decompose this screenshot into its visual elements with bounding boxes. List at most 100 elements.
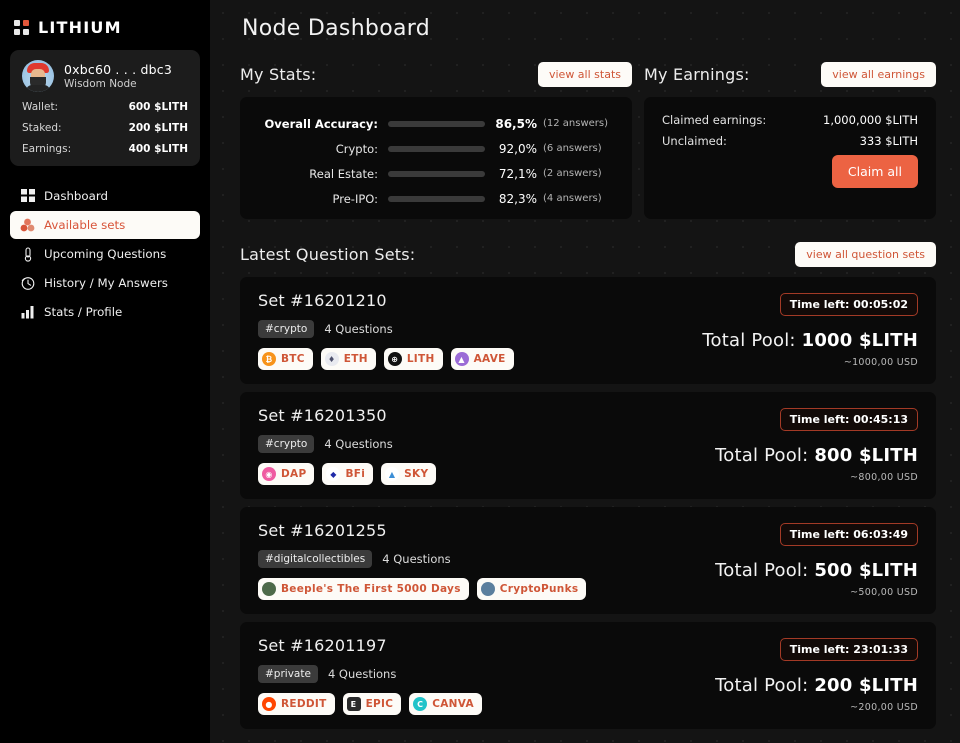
total-pool-label: Total Pool:	[715, 445, 815, 466]
question-set-summary: Time left: 06:03:49 Total Pool: 500 $LITH…	[715, 521, 918, 598]
question-set-info: Set #16201255 #digitalcollectibles 4 Quest…	[258, 521, 715, 600]
asset-chip[interactable]: ♦ ETH	[320, 348, 376, 370]
question-set-card[interactable]: Set #16201197 #private 4 Questions ● REDDIT E…	[240, 622, 936, 729]
total-pool-usd: ~200,00 USD	[850, 702, 918, 713]
lithium-icon: ⊕	[387, 352, 402, 366]
view-all-question-sets-button[interactable]: view all question sets	[795, 241, 936, 267]
asset-chip[interactable]: ▲ SKY	[381, 463, 437, 485]
earnings-value: 1,000,000 $LITH	[823, 113, 918, 127]
accuracy-bar-row: Overall Accuracy: 86,5% (12 answers)	[240, 111, 618, 136]
asset-chip-label: AAVE	[473, 353, 506, 365]
top-row: My Stats: view all stats Overall Accurac…	[240, 59, 936, 219]
question-set-tag[interactable]: #crypto	[258, 435, 315, 453]
question-set-tag[interactable]: #private	[258, 665, 318, 683]
sidebar-item-available-sets[interactable]: Available sets	[10, 211, 200, 239]
total-pool-usd: ~800,00 USD	[850, 472, 918, 483]
earnings-row: Unclaimed: 333 $LITH	[662, 134, 918, 148]
sidebar-item-label: History / My Answers	[44, 276, 168, 290]
accuracy-percent: 82,3%	[498, 191, 537, 206]
asset-chip[interactable]: Beeple's The First 5000 Days	[258, 578, 469, 600]
accuracy-answer-count: (12 answers)	[543, 118, 609, 129]
total-pool-value: 1000 $LITH	[801, 330, 918, 351]
accuracy-label: Pre-IPO:	[332, 191, 378, 206]
question-set-info: Set #16201210 #crypto 4 Questions ₿ BTC ♦ ETH ⊕…	[258, 291, 702, 370]
cubes-icon	[20, 218, 35, 233]
question-set-card[interactable]: Set #16201210 #crypto 4 Questions ₿ BTC ♦ ETH ⊕…	[240, 277, 936, 384]
profile-card[interactable]: 0xbc60 . . . dbc3 Wisdom Node Wallet: 600…	[10, 50, 200, 166]
asset-chip[interactable]: C CANVA	[409, 693, 482, 715]
wallet-address: 0xbc60 . . . dbc3	[64, 61, 172, 77]
cryptopunks-icon	[480, 582, 495, 596]
brand-logo[interactable]: LITHIUM	[10, 10, 200, 40]
profile-balance-value: 200 $LITH	[128, 122, 188, 134]
question-set-id: Set #16201255	[258, 521, 387, 540]
my-stats-header: My Stats: view all stats	[240, 59, 632, 89]
question-set-tag[interactable]: #crypto	[258, 320, 315, 338]
asset-chip[interactable]: ⊕ LITH	[383, 348, 443, 370]
four-dot-grid-icon	[14, 19, 29, 35]
view-all-earnings-button[interactable]: view all earnings	[821, 61, 936, 87]
question-set-meta: #crypto 4 Questions	[258, 320, 702, 338]
question-set-card[interactable]: Set #16201255 #digitalcollectibles 4 Quest…	[240, 507, 936, 614]
asset-chip[interactable]: E EPIC	[342, 693, 402, 715]
profile-balance-value: 400 $LITH	[128, 143, 188, 155]
question-set-meta: #digitalcollectibles 4 Questions	[258, 550, 715, 568]
profile-balance-row: Staked: 200 $LITH	[22, 122, 188, 134]
asset-chip[interactable]: ● REDDIT	[258, 693, 335, 715]
profile-balance-row: Wallet: 600 $LITH	[22, 101, 188, 113]
asset-chip-label: REDDIT	[281, 698, 327, 710]
question-sets-title: Latest Question Sets:	[240, 244, 416, 264]
sidebar-item-dashboard[interactable]: Dashboard	[10, 182, 200, 210]
question-set-id: Set #16201350	[258, 406, 387, 425]
bitcoin-icon: ₿	[262, 352, 276, 366]
view-all-stats-button[interactable]: view all stats	[537, 61, 632, 87]
time-left-badge: Time left: 00:05:02	[779, 293, 918, 316]
sidebar-item-stats-profile[interactable]: Stats / Profile	[10, 298, 200, 326]
time-left-badge: Time left: 23:01:33	[779, 638, 918, 661]
asset-chip-label: CryptoPunks	[499, 583, 579, 595]
question-count: 4 Questions	[327, 667, 397, 681]
node-role: Wisdom Node	[64, 78, 137, 91]
accuracy-answer-count: (4 answers)	[543, 193, 602, 204]
question-set-meta: #private 4 Questions	[258, 665, 715, 683]
sidebar-item-upcoming-questions[interactable]: Upcoming Questions	[10, 240, 200, 268]
beeple-artwork-icon	[262, 582, 276, 596]
profile-balance-label: Staked:	[22, 122, 62, 134]
claim-all-button[interactable]: Claim all	[831, 155, 918, 188]
question-set-tag[interactable]: #digitalcollectibles	[258, 550, 373, 568]
accuracy-bar-track	[388, 145, 485, 152]
question-set-info: Set #16201197 #private 4 Questions ● REDDIT E…	[258, 636, 715, 715]
question-count: 4 Questions	[324, 322, 393, 336]
avatar	[22, 60, 54, 92]
asset-chip[interactable]: ◉ DAP	[258, 463, 315, 485]
total-pool: Total Pool: 800 $LITH	[715, 445, 918, 466]
main-content: Node Dashboard My Stats: view all stats …	[210, 0, 960, 743]
clock-icon	[20, 276, 35, 291]
total-pool-usd: ~500,00 USD	[850, 587, 918, 598]
asset-chip-label: BTC	[281, 353, 305, 365]
accuracy-bar-row: Real Estate: 72,1% (2 answers)	[240, 161, 618, 186]
asset-chip-list: Beeple's The First 5000 Days CryptoPunks	[258, 578, 715, 600]
question-sets-header: Latest Question Sets: view all question …	[240, 239, 936, 269]
brand-name: LITHIUM	[38, 17, 122, 37]
asset-chip[interactable]: ◆ BFi	[322, 463, 374, 485]
asset-chip[interactable]: ▲ AAVE	[450, 348, 514, 370]
question-set-id: Set #16201197	[258, 636, 387, 655]
earnings-label: Unclaimed:	[662, 134, 727, 148]
time-left-badge: Time left: 06:03:49	[779, 523, 918, 546]
sidebar-item-label: Stats / Profile	[44, 305, 123, 319]
question-set-summary: Time left: 00:45:13 Total Pool: 800 $LITH…	[715, 406, 918, 483]
asset-chip[interactable]: ₿ BTC	[258, 348, 313, 370]
asset-chip-list: ₿ BTC ♦ ETH ⊕ LITH ▲ AAVE	[258, 348, 702, 370]
ethereum-icon: ♦	[324, 352, 339, 366]
sidebar-nav: Dashboard Available sets Upcoming Question…	[10, 182, 200, 326]
question-set-card[interactable]: Set #16201350 #crypto 4 Questions ◉ DAP ◆ BFi ▲…	[240, 392, 936, 499]
page-title: Node Dashboard	[242, 16, 430, 41]
question-set-id: Set #16201210	[258, 291, 387, 310]
total-pool-value: 200 $LITH	[814, 675, 918, 696]
accuracy-label: Crypto:	[335, 141, 378, 156]
asset-chip-list: ◉ DAP ◆ BFi ▲ SKY	[258, 463, 715, 485]
sky-icon: ▲	[385, 467, 400, 481]
sidebar-item-history-my-answers[interactable]: History / My Answers	[10, 269, 200, 297]
asset-chip[interactable]: CryptoPunks	[476, 578, 587, 600]
